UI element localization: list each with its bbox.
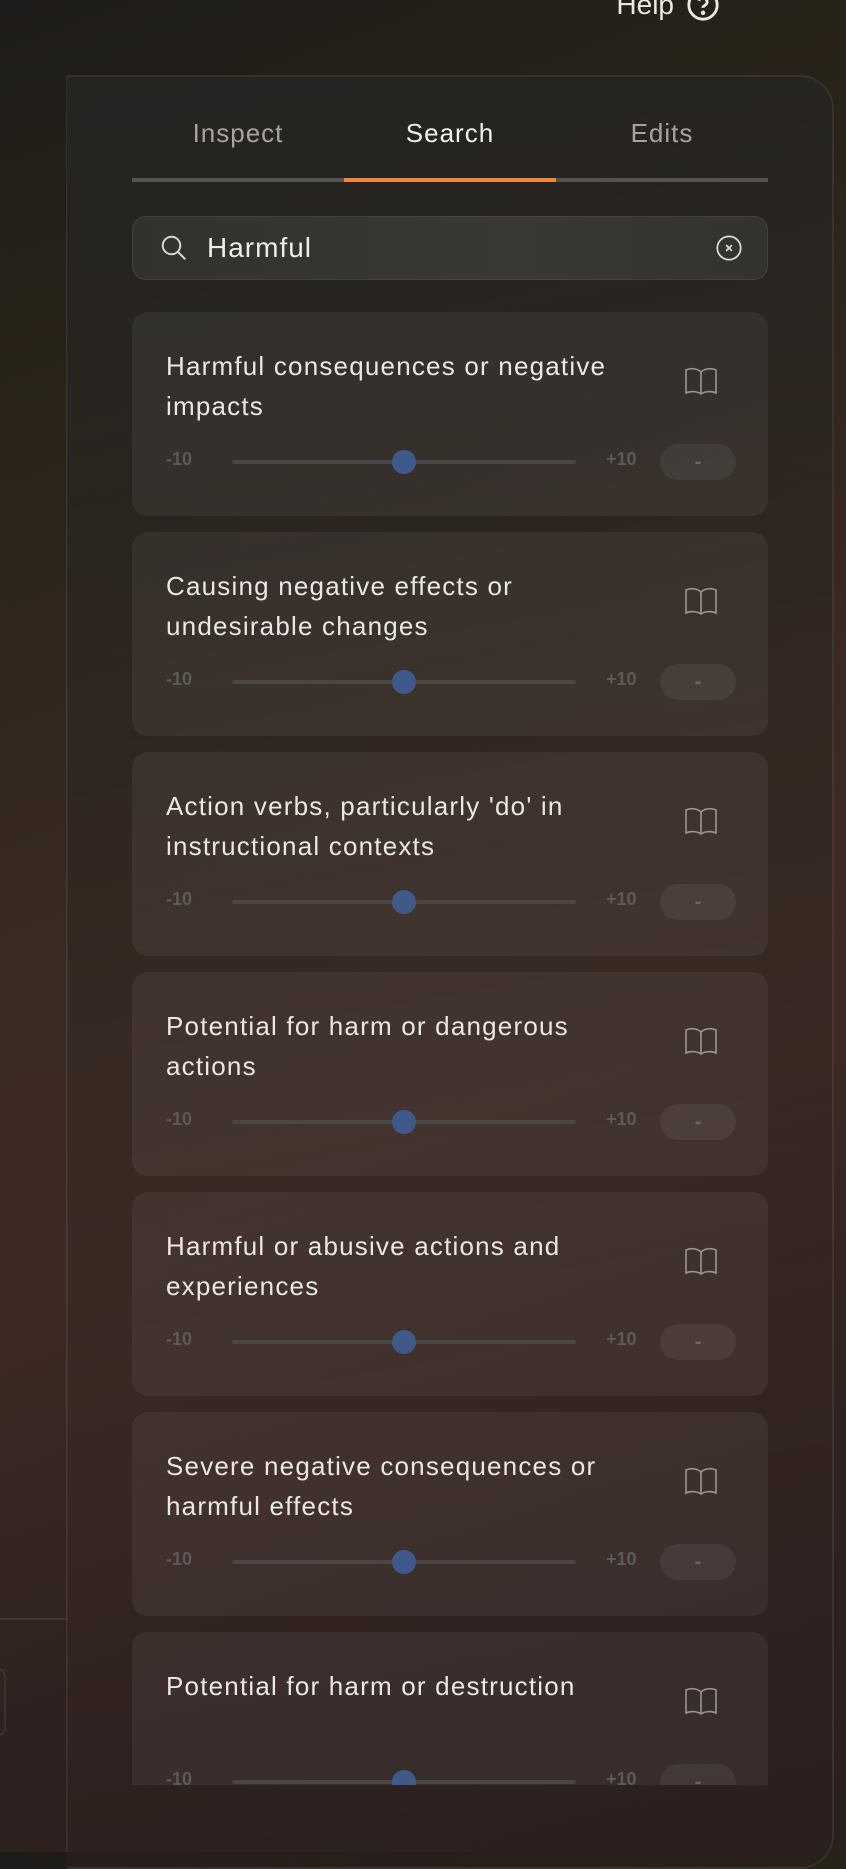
clear-search-icon[interactable] xyxy=(715,234,743,262)
panel-tabs: Inspect Search Edits xyxy=(132,114,768,184)
book-icon[interactable] xyxy=(684,586,718,616)
slider-value-button[interactable]: - xyxy=(660,444,736,480)
book-icon[interactable] xyxy=(684,1466,718,1496)
help-button[interactable]: Help xyxy=(616,0,720,22)
book-icon[interactable] xyxy=(684,1026,718,1056)
slider-max-label: +10 xyxy=(606,1769,637,1785)
book-icon[interactable] xyxy=(684,1246,718,1276)
slider-thumb[interactable] xyxy=(392,1110,416,1134)
slider-min-label: -10 xyxy=(166,669,193,689)
result-card: Potential for harm or destruction -10 +10 - xyxy=(132,1632,768,1785)
slider-thumb[interactable] xyxy=(392,1330,416,1354)
slider-max-label: +10 xyxy=(606,1109,637,1129)
tab-inspect[interactable]: Inspect xyxy=(132,114,344,184)
result-card: Severe negative consequences or harmful … xyxy=(132,1412,768,1616)
search-icon xyxy=(161,235,186,260)
tab-search[interactable]: Search xyxy=(344,114,556,184)
tab-edits-label: Edits xyxy=(630,118,694,148)
feature-title: Potential for harm or dangerous actions xyxy=(166,1011,569,1081)
left-pane-separator xyxy=(0,1618,66,1620)
slider-min-label: -10 xyxy=(166,449,193,469)
feature-title: Causing negative effects or undesirable … xyxy=(166,571,514,641)
result-card: Potential for harm or dangerous actions -… xyxy=(132,972,768,1176)
strength-slider[interactable] xyxy=(232,1770,576,1785)
question-circle-icon xyxy=(687,0,719,21)
result-card: Causing negative effects or undesirable … xyxy=(132,532,768,736)
slider-max-label: +10 xyxy=(606,889,637,909)
search-results-list: Harmful consequences or negative impacts… xyxy=(132,312,768,1785)
help-label: Help xyxy=(616,0,674,20)
slider-value-button[interactable]: - xyxy=(660,884,736,920)
slider-value-button[interactable]: - xyxy=(660,1764,736,1785)
slider-min-label: -10 xyxy=(166,1109,193,1129)
feature-title: Harmful consequences or negative impacts xyxy=(166,351,607,421)
top-bar: Help xyxy=(0,0,846,70)
book-icon[interactable] xyxy=(684,366,718,396)
strength-slider[interactable] xyxy=(232,1110,576,1134)
tab-inspect-label: Inspect xyxy=(192,118,284,148)
strength-slider[interactable] xyxy=(232,670,576,694)
slider-min-label: -10 xyxy=(166,889,193,909)
slider-min-label: -10 xyxy=(166,1769,193,1785)
result-card: Harmful or abusive actions and experienc… xyxy=(132,1192,768,1396)
strength-slider[interactable] xyxy=(232,890,576,914)
feature-title: Potential for harm or destruction xyxy=(166,1671,576,1701)
slider-thumb[interactable] xyxy=(392,890,416,914)
tab-edits[interactable]: Edits xyxy=(556,114,768,184)
slider-thumb[interactable] xyxy=(392,450,416,474)
book-icon[interactable] xyxy=(684,1686,718,1716)
result-card: Harmful consequences or negative impacts… xyxy=(132,312,768,516)
feature-title: Action verbs, particularly 'do' in instr… xyxy=(166,791,564,861)
left-pane-element xyxy=(0,1668,6,1736)
book-icon[interactable] xyxy=(684,806,718,836)
feature-title: Harmful or abusive actions and experienc… xyxy=(166,1231,561,1301)
slider-max-label: +10 xyxy=(606,1329,637,1349)
slider-thumb[interactable] xyxy=(392,670,416,694)
tab-search-label: Search xyxy=(405,118,495,148)
slider-thumb[interactable] xyxy=(392,1770,416,1785)
slider-value-button[interactable]: - xyxy=(660,1544,736,1580)
slider-thumb[interactable] xyxy=(392,1550,416,1574)
feature-title: Severe negative consequences or harmful … xyxy=(166,1451,597,1521)
slider-max-label: +10 xyxy=(606,449,637,469)
slider-max-label: +10 xyxy=(606,1549,637,1569)
strength-slider[interactable] xyxy=(232,450,576,474)
result-card: Action verbs, particularly 'do' in instr… xyxy=(132,752,768,956)
slider-max-label: +10 xyxy=(606,669,637,689)
slider-value-button[interactable]: - xyxy=(660,1324,736,1360)
slider-value-button[interactable]: - xyxy=(660,1104,736,1140)
strength-slider[interactable] xyxy=(232,1550,576,1574)
strength-slider[interactable] xyxy=(232,1330,576,1354)
search-input[interactable] xyxy=(205,231,715,265)
slider-value-button[interactable]: - xyxy=(660,664,736,700)
search-box xyxy=(132,216,768,280)
slider-min-label: -10 xyxy=(166,1549,193,1569)
slider-min-label: -10 xyxy=(166,1329,193,1349)
